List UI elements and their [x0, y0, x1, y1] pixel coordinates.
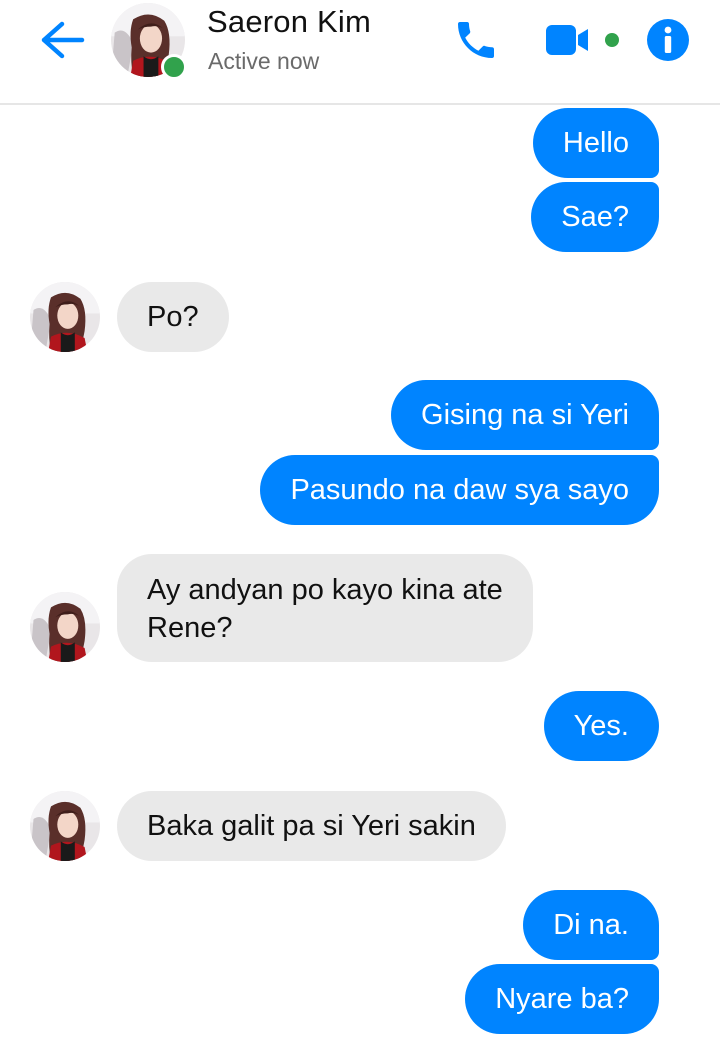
back-button[interactable]	[36, 18, 86, 62]
incoming-message[interactable]: Ay andyan po kayo kina ate Rene?	[117, 554, 533, 662]
outgoing-message[interactable]: Gising na si Yeri	[391, 380, 659, 450]
outgoing-message[interactable]: Hello	[532, 108, 659, 178]
video-camera-icon	[546, 25, 619, 55]
chat-header: Saeron Kim Active now	[0, 0, 720, 105]
outgoing-message[interactable]: Yes.	[543, 691, 659, 761]
messenger-chat-screen: Saeron Kim Active now Hello Sae? Po? Gis…	[0, 0, 720, 1047]
incoming-message[interactable]: Baka galit pa si Yeri sakin	[117, 791, 506, 861]
active-status: Active now	[208, 48, 320, 74]
contact-message-avatar	[30, 592, 100, 662]
conversation-info-button[interactable]	[646, 18, 690, 62]
contact-message-avatar	[30, 791, 100, 861]
video-call-button[interactable]	[544, 22, 628, 58]
outgoing-message[interactable]: Di na.	[523, 890, 659, 960]
contact-message-avatar	[30, 282, 100, 352]
contact-name[interactable]: Saeron Kim	[207, 4, 371, 40]
outgoing-message[interactable]: Pasundo na daw sya sayo	[260, 455, 659, 525]
outgoing-message[interactable]: Nyare ba?	[465, 964, 659, 1034]
back-arrow-icon	[41, 21, 85, 59]
incoming-message[interactable]: Po?	[117, 282, 229, 352]
outgoing-message[interactable]: Sae?	[531, 182, 659, 252]
online-status-dot	[161, 54, 187, 80]
info-icon	[647, 19, 689, 61]
voice-call-button[interactable]	[452, 16, 500, 64]
phone-icon	[458, 22, 494, 58]
contact-avatar[interactable]	[111, 3, 187, 80]
